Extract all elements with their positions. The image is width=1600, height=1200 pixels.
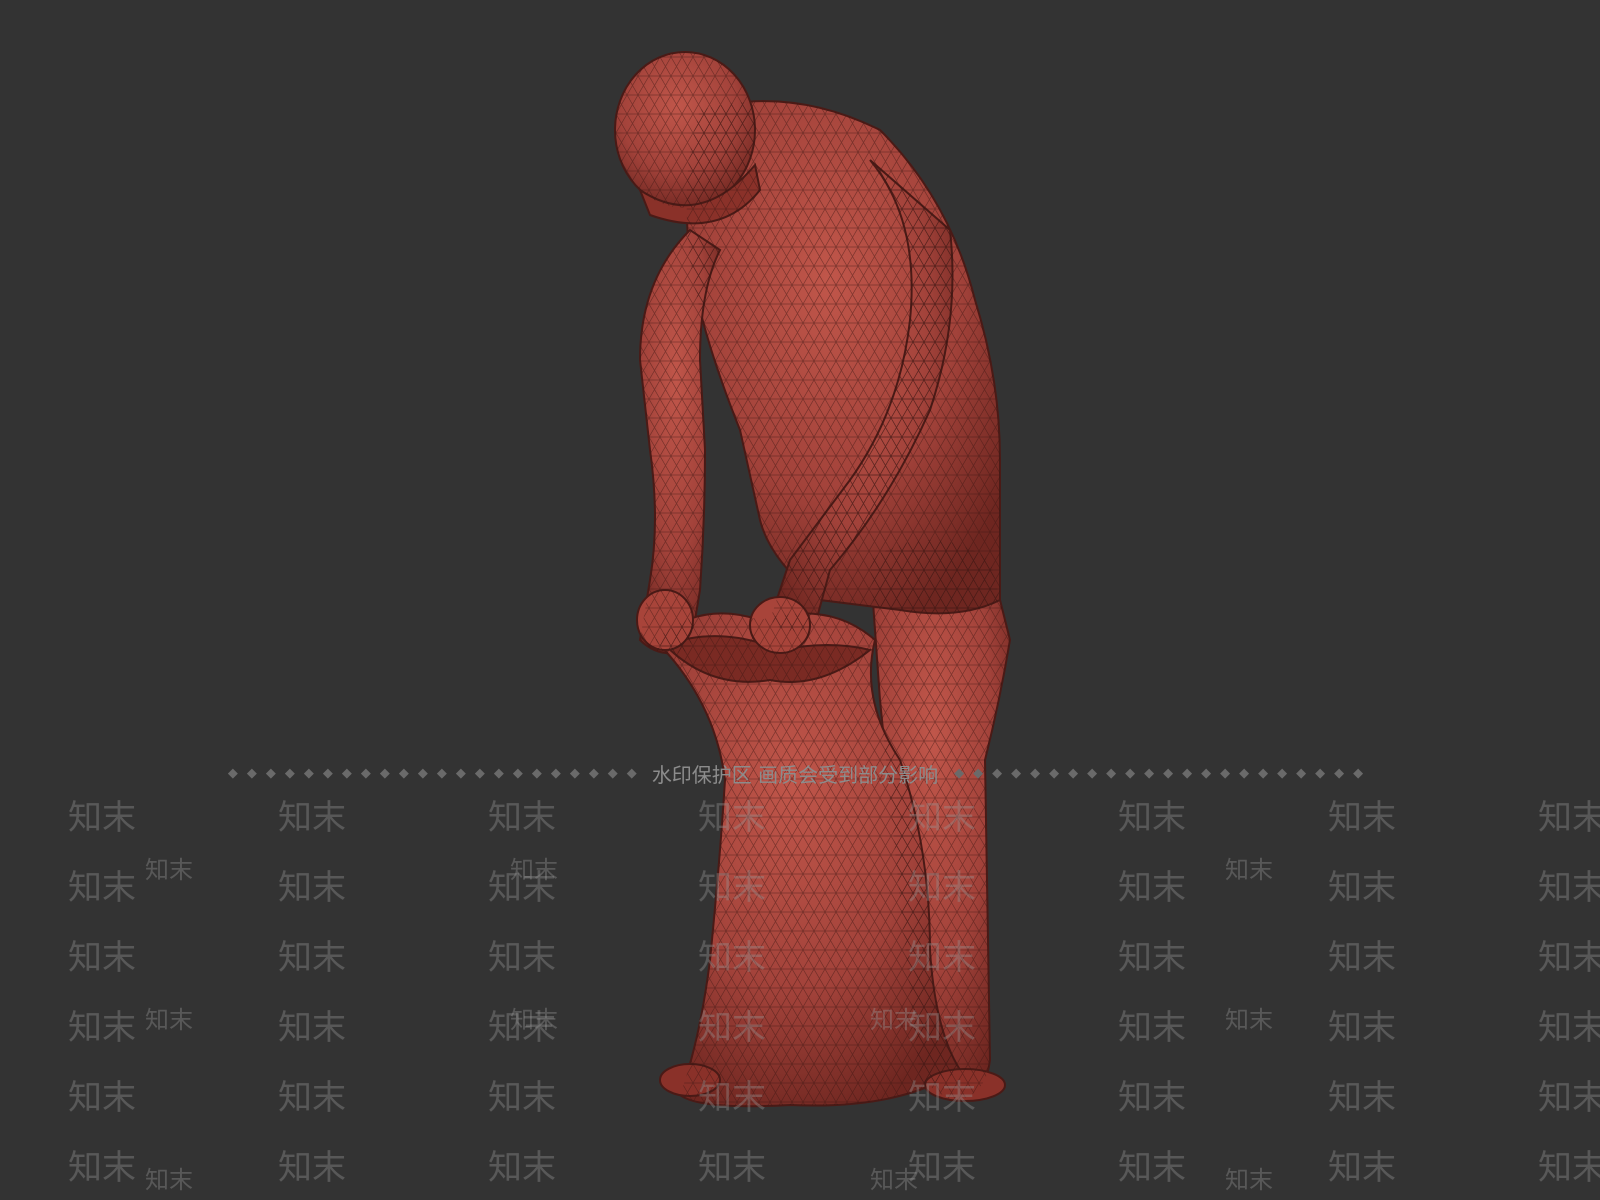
watermark-banner-text: 水印保护区 画质会受到部分影响 [651,762,939,787]
watermark-dots-right: ◆◆◆◆◆◆◆◆◆◆◆◆◆◆◆◆◆◆◆◆◆◆ [954,765,1373,781]
figure-icon [614,51,1012,1108]
3d-viewport[interactable]: ◆◆◆◆◆◆◆◆◆◆◆◆◆◆◆◆◆◆◆◆◆◆ 水印保护区 画质会受到部分影响 ◆… [0,0,1600,1200]
watermark-banner: ◆◆◆◆◆◆◆◆◆◆◆◆◆◆◆◆◆◆◆◆◆◆ 水印保护区 画质会受到部分影响 ◆… [0,758,1600,788]
watermark-dots-left: ◆◆◆◆◆◆◆◆◆◆◆◆◆◆◆◆◆◆◆◆◆◆ [227,765,646,781]
model-render [614,51,1012,1108]
